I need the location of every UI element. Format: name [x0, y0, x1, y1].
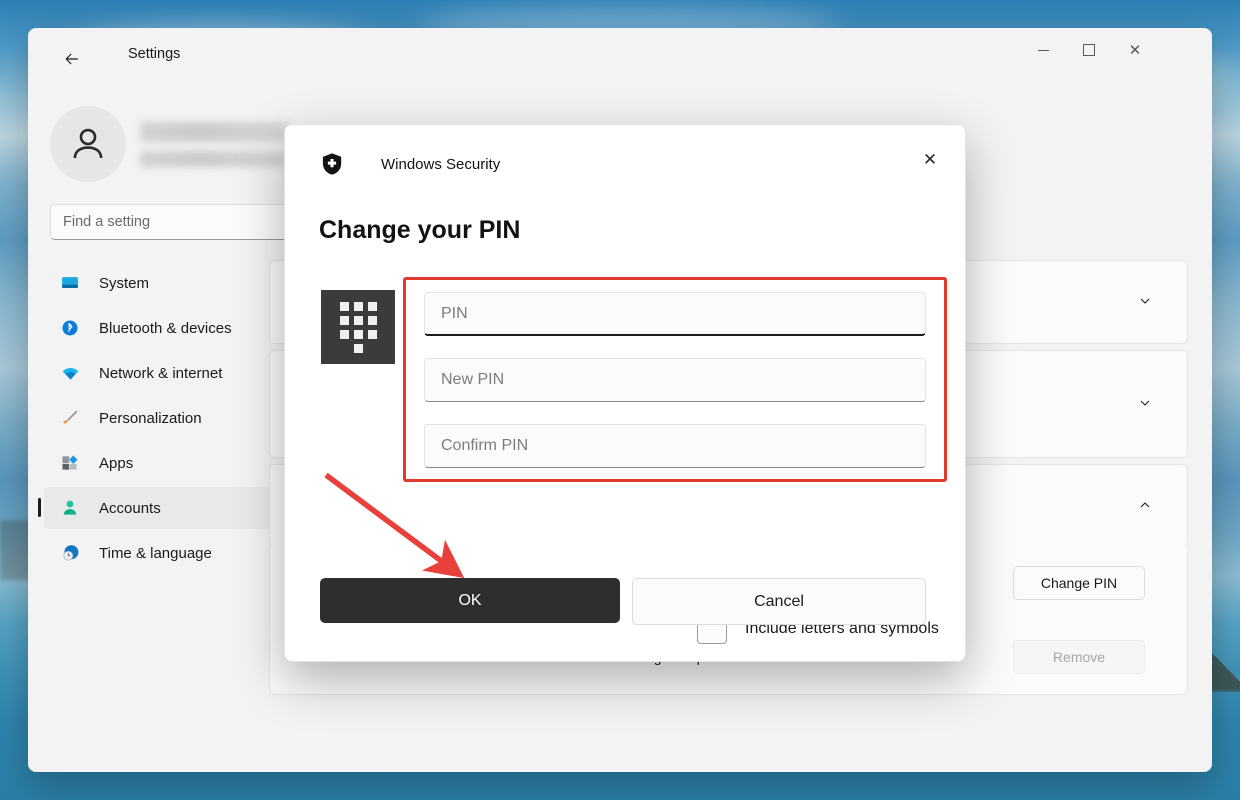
- ok-button[interactable]: OK: [320, 578, 620, 623]
- dialog-app-title: Windows Security: [381, 156, 501, 173]
- sidebar-item-label: Network & internet: [99, 364, 223, 382]
- search-input[interactable]: Find a setting: [50, 204, 311, 240]
- pin-input-placeholder: PIN: [441, 304, 468, 322]
- pin-fields-group: PIN New PIN Confirm PIN: [403, 277, 947, 482]
- avatar[interactable]: [50, 106, 126, 182]
- chevron-down-icon[interactable]: [1137, 395, 1153, 414]
- chevron-up-icon[interactable]: [1137, 497, 1153, 516]
- sidebar-item-label: System: [99, 274, 150, 292]
- active-indicator: [38, 498, 41, 517]
- account-email-redacted: [140, 150, 290, 167]
- apps-icon: [58, 451, 82, 475]
- close-button[interactable]: ✕: [1112, 28, 1158, 72]
- person-icon: [58, 496, 82, 520]
- paintbrush-icon: [58, 406, 82, 430]
- account-name-redacted: [140, 121, 290, 142]
- dialog-heading: Change your PIN: [319, 216, 521, 244]
- sidebar-item-label: Accounts: [99, 499, 161, 517]
- maximize-button[interactable]: [1066, 28, 1112, 72]
- confirm-pin-input[interactable]: Confirm PIN: [424, 424, 926, 468]
- shield-icon: [319, 151, 345, 177]
- minimize-button[interactable]: [1020, 28, 1066, 72]
- clock-icon: [58, 541, 82, 565]
- wifi-icon: [58, 361, 82, 385]
- account-identity: [140, 121, 290, 167]
- bluetooth-icon: [58, 316, 82, 340]
- cancel-button[interactable]: Cancel: [632, 578, 926, 625]
- pin-keypad-icon: [321, 290, 395, 364]
- pin-input[interactable]: PIN: [424, 292, 926, 336]
- window-titlebar: Settings ✕: [28, 28, 1212, 88]
- new-pin-input-placeholder: New PIN: [441, 371, 505, 388]
- sidebar-item-label: Personalization: [99, 409, 202, 427]
- monitor-icon: [58, 271, 82, 295]
- new-pin-input[interactable]: New PIN: [424, 358, 926, 402]
- back-arrow-icon[interactable]: [56, 44, 88, 74]
- dialog-close-icon[interactable]: ✕: [911, 143, 949, 177]
- remove-button[interactable]: Remove: [1013, 640, 1145, 674]
- sidebar-item-label: Apps: [99, 454, 134, 472]
- chevron-down-icon[interactable]: [1137, 293, 1153, 312]
- search-wrapper: Find a setting: [50, 204, 311, 240]
- sidebar-item-label: Bluetooth & devices: [99, 319, 232, 337]
- change-pin-button[interactable]: Change PIN: [1013, 566, 1145, 600]
- sidebar-item-label: Time & language: [99, 544, 212, 562]
- dialog-header: Windows Security ✕: [285, 125, 965, 203]
- search-placeholder: Find a setting: [63, 214, 151, 230]
- confirm-pin-input-placeholder: Confirm PIN: [441, 437, 529, 454]
- app-title: Settings: [128, 46, 181, 62]
